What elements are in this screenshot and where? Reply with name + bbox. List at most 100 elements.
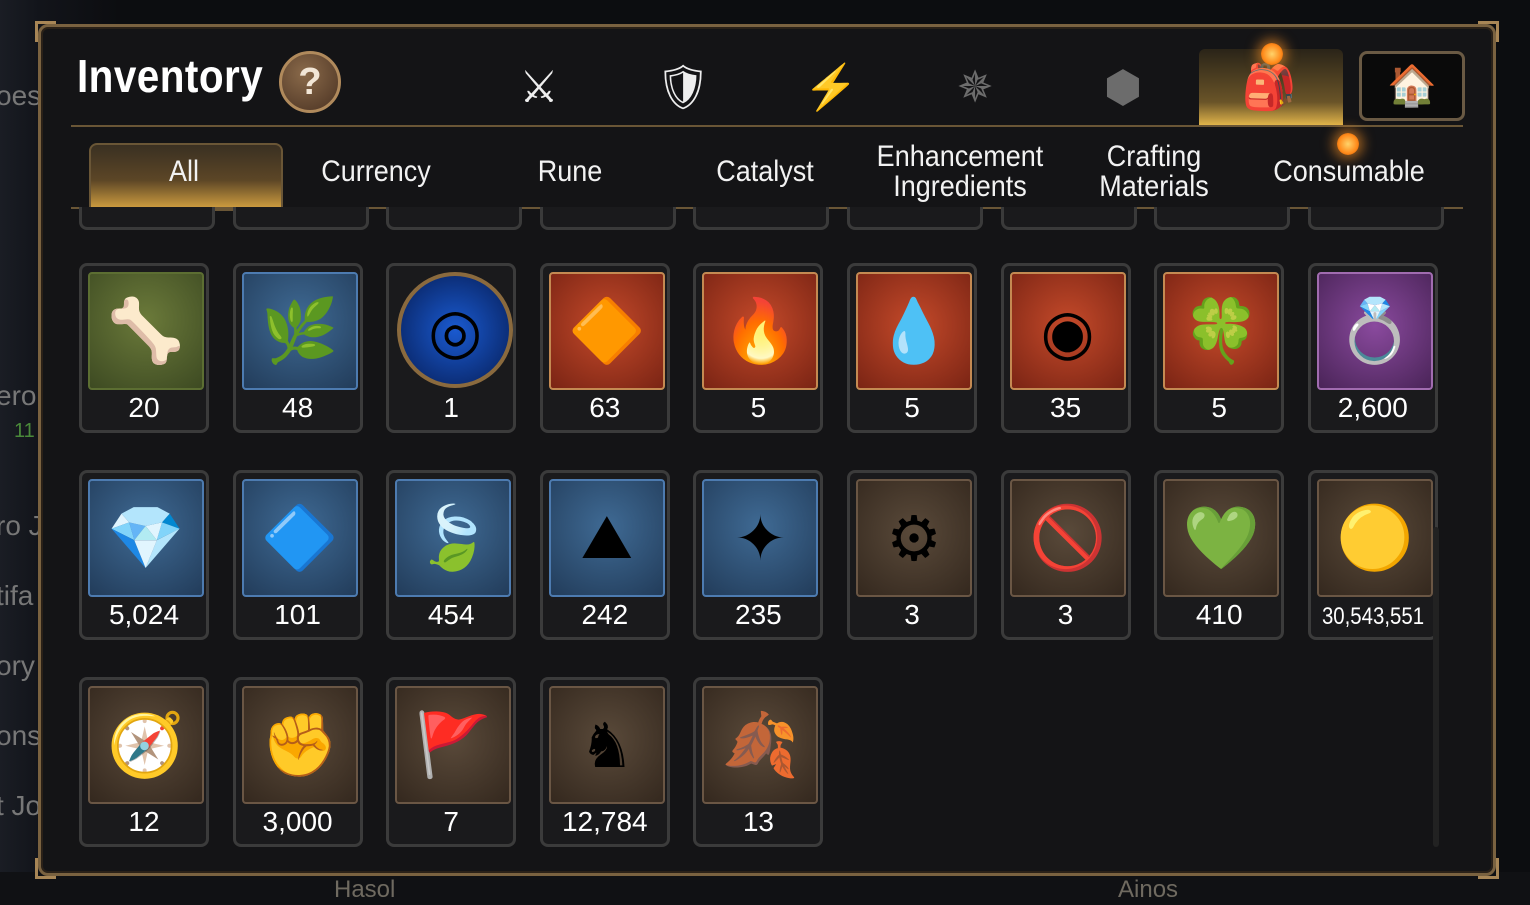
item-slot-partial[interactable]	[232, 207, 369, 230]
broken-shield-icon: 🛡	[655, 63, 711, 112]
sub-tab-enhancement-ingredients[interactable]: Enhancement Ingredients	[873, 139, 1048, 205]
lightning-icon: ⚡	[803, 63, 859, 112]
item-slot[interactable]: 🍀 5	[1154, 263, 1285, 433]
ring-icon: 💍	[1316, 272, 1433, 390]
item-count: 12,784	[561, 806, 648, 837]
item-count: 20	[128, 392, 160, 423]
sword-shield-icon: ⚔	[519, 63, 559, 112]
category-tab-house-shield[interactable]: 🏠	[1359, 51, 1465, 121]
sub-tab-catalyst[interactable]: Catalyst	[677, 139, 853, 205]
war-banner-icon: 🚩	[395, 686, 512, 804]
item-slot[interactable]: 💍 2,600	[1307, 263, 1438, 433]
sub-tab-crafting-materials[interactable]: Crafting Materials	[1067, 139, 1242, 205]
capsule-icon: ⚙	[856, 479, 972, 597]
red-leaf-icon: 🍂	[702, 686, 819, 804]
bottom-label-ainos: Ainos	[1118, 876, 1179, 903]
item-count: 48	[282, 392, 314, 423]
item-slot[interactable]: 💚 410	[1154, 470, 1285, 640]
compass-stone-icon: 🧭	[88, 686, 204, 804]
item-slot[interactable]: ♞ 12,784	[539, 677, 670, 847]
inventory-panel: Inventory ? ⚔ 🛡 ⚡ ✵ ⬢ 🎒 🏠 All Currency Rune Catal…	[35, 21, 1499, 879]
item-slot-partial[interactable]	[693, 207, 830, 230]
panel-corner	[35, 21, 56, 42]
background-text-fragment: ero	[0, 380, 37, 411]
item-slot-partial[interactable]	[386, 207, 523, 230]
item-slot[interactable]: 🧭 12	[79, 677, 209, 847]
item-count: 242	[581, 599, 629, 630]
panel-corner	[35, 858, 56, 879]
claw-icon: 🦴	[88, 272, 204, 390]
sub-tab-rune[interactable]: Rune	[483, 139, 658, 205]
sub-tab-all[interactable]: All	[99, 139, 270, 205]
item-count: 235	[735, 599, 782, 630]
category-tab-sword-shield[interactable]: ⚔	[509, 57, 569, 119]
pink-crystal-icon: ⛰	[548, 479, 665, 597]
item-slot-partial[interactable]	[539, 207, 676, 230]
item-count: 5	[750, 392, 767, 423]
item-slot[interactable]: 🔷 101	[232, 470, 363, 640]
item-slot[interactable]: ✦ 235	[693, 470, 824, 640]
panel-corner	[1478, 858, 1499, 879]
knight-chess-icon: ♞	[548, 686, 665, 804]
item-count: 3,000	[262, 806, 333, 837]
item-slot[interactable]: 🚫 3	[1000, 470, 1131, 640]
category-tab-lightning[interactable]: ⚡	[801, 57, 861, 119]
panel-corner	[1478, 21, 1499, 42]
green-heart-icon: 💚	[1163, 479, 1280, 597]
background-text-fragment: t Jo	[0, 790, 42, 821]
page-title: Inventory	[77, 50, 264, 102]
item-slot[interactable]: 🍂 13	[693, 677, 824, 847]
gold-coin-icon: 🟡	[1316, 479, 1433, 597]
item-slot[interactable]: 🍃 454	[386, 470, 517, 640]
category-tab-backpack[interactable]: 🎒	[1239, 57, 1299, 119]
item-count: 5,024	[108, 599, 180, 630]
item-count: 3	[1057, 599, 1074, 630]
item-slot[interactable]: 🔥 5	[693, 263, 824, 433]
background-text-fragment: 11	[14, 420, 35, 442]
rune-circle-icon: ◎	[397, 272, 514, 388]
scrollbar[interactable]	[1433, 527, 1439, 847]
background-text-fragment: ons	[0, 720, 42, 751]
background-bottom-strip: Hasol Ainos	[0, 872, 1530, 905]
category-tab-cube[interactable]: ⬢	[1093, 57, 1153, 119]
item-slot[interactable]: 🟡 30,543,551	[1307, 470, 1438, 640]
item-slot[interactable]: 🌿 48	[232, 263, 363, 433]
category-tab-splash-burst[interactable]: ✵	[945, 57, 1005, 119]
herb-icon: 🌿	[241, 272, 358, 390]
item-slot[interactable]: 💧 5	[847, 263, 977, 433]
item-count: 101	[274, 599, 321, 630]
flame-amulet-icon: 🔥	[702, 272, 819, 390]
clover-amulet-icon: 🍀	[1163, 272, 1280, 390]
item-slot-partial[interactable]	[1307, 207, 1444, 230]
item-slot[interactable]: ✊ 3,000	[232, 677, 363, 847]
cube-icon: ⬢	[1103, 63, 1143, 112]
fire-crystal-icon: 🔶	[548, 272, 665, 390]
item-slot-partial[interactable]	[847, 207, 983, 230]
item-slot[interactable]: ⛰ 242	[539, 470, 670, 640]
help-button[interactable]: ?	[279, 51, 341, 113]
item-slot[interactable]: ⚙ 3	[847, 470, 977, 640]
item-count: 454	[427, 599, 475, 630]
item-slot-partial[interactable]	[79, 207, 215, 230]
notification-dot	[1261, 43, 1283, 65]
item-slot-partial[interactable]	[1154, 207, 1291, 230]
background-text-fragment: ory	[0, 650, 35, 681]
item-count: 12	[128, 806, 160, 837]
sub-tab-currency[interactable]: Currency	[289, 139, 464, 205]
category-tab-broken-shield[interactable]: 🛡	[653, 57, 713, 119]
leaf-icon: 🍃	[395, 479, 512, 597]
item-slot[interactable]: ◎ 1	[386, 263, 517, 433]
item-count: 410	[1195, 599, 1243, 630]
item-slot[interactable]: 🦴 20	[79, 263, 209, 433]
item-slot[interactable]: 💎 5,024	[79, 470, 209, 640]
item-count: 30,543,551	[1321, 603, 1424, 630]
item-slot[interactable]: ◉ 35	[1000, 263, 1131, 433]
item-slot-partial[interactable]	[1000, 207, 1137, 230]
background-text-fragment: tifa	[0, 580, 34, 611]
item-slot[interactable]: 🚩 7	[386, 677, 517, 847]
item-count: 63	[589, 392, 621, 423]
teal-crystal-icon: 🔷	[241, 479, 358, 597]
item-slot[interactable]: 🔶 63	[539, 263, 670, 433]
no-battle-badge-icon: 🚫	[1009, 479, 1126, 597]
item-count: 7	[443, 806, 459, 837]
